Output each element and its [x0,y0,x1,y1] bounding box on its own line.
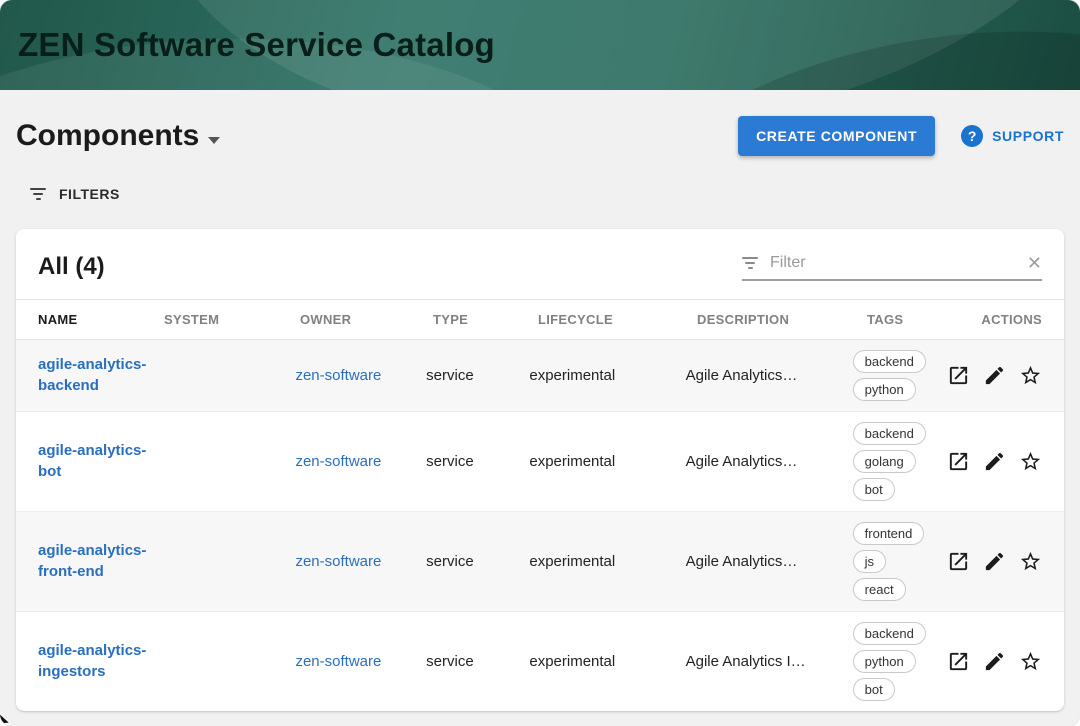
owner-link[interactable]: zen-software [295,367,381,384]
filter-icon [742,257,758,269]
app-window: ZEN Software Service Catalog Components … [0,0,1080,726]
component-link[interactable]: agile-analytics-bot [38,441,150,482]
tags-cell: frontend js react [853,522,947,601]
lifecycle-cell: experimental [529,553,685,570]
star-icon[interactable] [1019,450,1042,473]
type-cell: service [426,653,529,670]
tag-chip: js [853,550,886,573]
edit-icon[interactable] [983,364,1006,387]
column-header-system[interactable]: SYSTEM [164,312,300,327]
open-in-new-icon[interactable] [947,450,970,473]
support-link[interactable]: ? SUPPORT [961,125,1064,147]
tags-cell: backend golang bot [853,422,947,501]
table-filter: ✕ [742,254,1042,281]
mouse-cursor [0,712,13,726]
tag-chip: python [853,378,916,401]
filters-label: FILTERS [59,186,120,202]
star-icon[interactable] [1019,364,1042,387]
open-in-new-icon[interactable] [947,364,970,387]
edit-icon[interactable] [983,450,1006,473]
table-row: agile-analytics-ingestors zen-software s… [16,612,1064,711]
column-header-owner[interactable]: OWNER [300,312,433,327]
column-header-tags[interactable]: TAGS [867,312,963,327]
open-in-new-icon[interactable] [947,650,970,673]
lifecycle-cell: experimental [529,453,685,470]
component-link[interactable]: agile-analytics-ingestors [38,641,150,682]
tag-chip: react [853,578,906,601]
filters-toggle[interactable]: FILTERS [30,186,1064,202]
component-link[interactable]: agile-analytics-front-end [38,541,150,582]
table-row: agile-analytics-front-end zen-software s… [16,512,1064,612]
catalog-card: All (4) ✕ NAME SYSTEM OWNER TYPE LIFECYC… [16,229,1064,711]
owner-link[interactable]: zen-software [295,653,381,670]
column-header-description[interactable]: DESCRIPTION [697,312,867,327]
app-title: ZEN Software Service Catalog [18,26,495,64]
tag-chip: bot [853,478,895,501]
edit-icon[interactable] [983,650,1006,673]
table-header-row: NAME SYSTEM OWNER TYPE LIFECYCLE DESCRIP… [16,299,1064,340]
filter-input[interactable] [770,254,1015,272]
column-header-lifecycle[interactable]: LIFECYCLE [538,312,697,327]
edit-icon[interactable] [983,550,1006,573]
create-component-button[interactable]: CREATE COMPONENT [738,116,935,156]
tag-chip: bot [853,678,895,701]
actions-cell [947,550,1042,573]
column-header-type[interactable]: TYPE [433,312,538,327]
open-in-new-icon[interactable] [947,550,970,573]
table-row: agile-analytics-bot zen-software service… [16,412,1064,512]
app-header: ZEN Software Service Catalog [0,0,1080,90]
tag-chip: golang [853,450,916,473]
table-row: agile-analytics-backend zen-software ser… [16,340,1064,412]
actions-cell [947,364,1042,387]
description-cell: Agile Analytics… [686,453,853,470]
actions-cell [947,450,1042,473]
type-cell: service [426,453,529,470]
tag-chip: frontend [853,522,925,545]
tag-chip: backend [853,350,926,373]
tag-chip: python [853,650,916,673]
tag-chip: backend [853,422,926,445]
owner-link[interactable]: zen-software [295,553,381,570]
owner-link[interactable]: zen-software [295,453,381,470]
tags-cell: backend python bot [853,622,947,701]
description-cell: Agile Analytics… [686,367,853,384]
description-cell: Agile Analytics I… [686,653,853,670]
star-icon[interactable] [1019,650,1042,673]
help-icon[interactable]: ? [961,125,983,147]
type-cell: service [426,553,529,570]
description-cell: Agile Analytics… [686,553,853,570]
lifecycle-cell: experimental [529,367,685,384]
header-decoration [554,0,1080,90]
column-header-actions: ACTIONS [963,312,1042,327]
page-title: Components [16,119,199,153]
tags-cell: backend python [853,350,947,401]
type-cell: service [426,367,529,384]
column-header-name[interactable]: NAME [38,312,164,327]
clear-filter-icon[interactable]: ✕ [1027,254,1042,272]
star-icon[interactable] [1019,550,1042,573]
tag-chip: backend [853,622,926,645]
actions-cell [947,650,1042,673]
result-count-heading: All (4) [38,253,105,281]
chevron-down-icon[interactable] [208,137,220,144]
lifecycle-cell: experimental [529,653,685,670]
filter-icon [30,188,46,200]
support-label: SUPPORT [992,128,1064,144]
component-link[interactable]: agile-analytics-backend [38,355,150,396]
